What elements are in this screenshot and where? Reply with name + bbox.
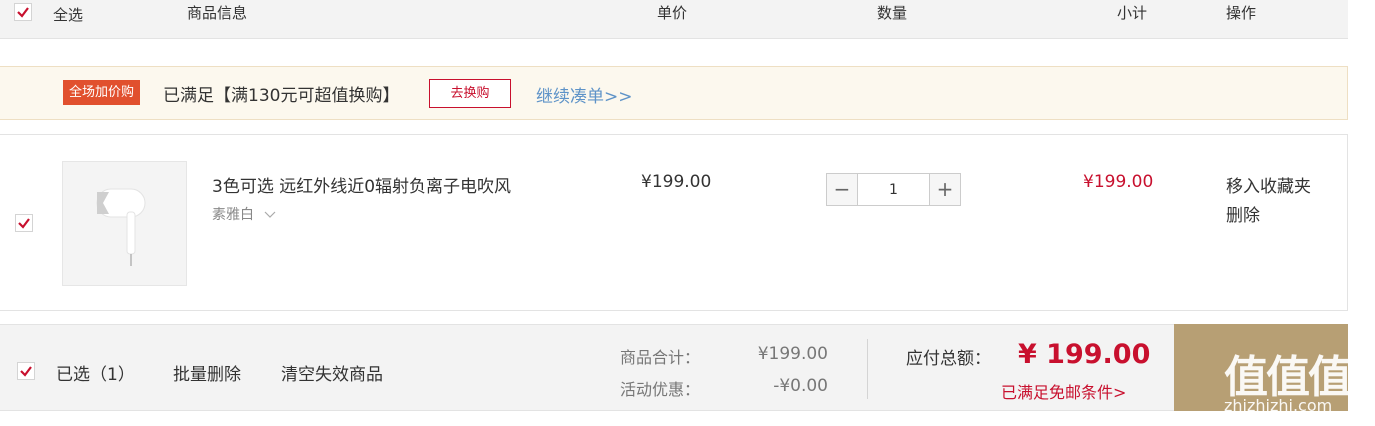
check-icon bbox=[18, 218, 30, 229]
product-thumbnail[interactable] bbox=[62, 161, 187, 286]
footer-select-checkbox[interactable] bbox=[17, 362, 35, 380]
continue-shopping-link[interactable]: 继续凑单>> bbox=[536, 82, 633, 107]
hair-dryer-image bbox=[96, 188, 146, 266]
variant-label: 素雅白 bbox=[212, 207, 254, 223]
column-header-action: 操作 bbox=[1226, 4, 1257, 22]
item-subtotal: ¥199.00 bbox=[1083, 172, 1154, 192]
promo-text: 已满足【满130元可超值换购】 bbox=[163, 86, 400, 106]
discount-label: 活动优惠： bbox=[620, 380, 701, 399]
watermark-url: zhizhizhi.com bbox=[1224, 396, 1333, 415]
quantity-input[interactable] bbox=[858, 174, 929, 205]
check-icon bbox=[20, 366, 32, 377]
column-header-info: 商品信息 bbox=[187, 4, 248, 22]
promo-bar: 全场加价购 已满足【满130元可超值换购】 去换购 继续凑单>> bbox=[0, 66, 1348, 120]
promo-tag: 全场加价购 bbox=[63, 80, 141, 105]
increase-quantity-button[interactable]: + bbox=[929, 174, 960, 205]
discount-value: -¥0.00 bbox=[773, 376, 828, 396]
select-all-label[interactable]: 全选 bbox=[53, 4, 83, 25]
chevron-down-icon bbox=[265, 211, 276, 218]
check-icon bbox=[17, 7, 29, 18]
decrease-quantity-button[interactable]: − bbox=[827, 174, 858, 205]
unit-price: ¥199.00 bbox=[641, 172, 712, 192]
site-watermark: 值值值 zhizhizhi.com bbox=[1224, 341, 1368, 421]
cart-header: 全选 商品信息 单价 数量 小计 操作 bbox=[0, 0, 1348, 39]
delete-item-link[interactable]: 删除 bbox=[1226, 201, 1260, 226]
variant-selector[interactable]: 素雅白 bbox=[212, 204, 276, 224]
product-title[interactable]: 3色可选 远红外线近0辐射负离子电吹风 bbox=[212, 172, 511, 197]
clear-invalid-link[interactable]: 清空失效商品 bbox=[281, 360, 383, 385]
item-checkbox[interactable] bbox=[15, 214, 33, 232]
amount-due-value: ¥ 199.00 bbox=[1018, 339, 1151, 370]
amount-due-label: 应付总额： bbox=[906, 349, 991, 369]
goods-total-label: 商品合计： bbox=[620, 348, 701, 367]
cart-footer: 已选（1） 批量删除 清空失效商品 商品合计： ¥199.00 活动优惠： -¥… bbox=[0, 324, 1348, 411]
free-shipping-link[interactable]: 已满足免邮条件> bbox=[1001, 379, 1126, 403]
select-all-checkbox[interactable] bbox=[14, 3, 32, 21]
cart-item: 3色可选 远红外线近0辐射负离子电吹风 素雅白 ¥199.00 − + ¥199… bbox=[0, 134, 1348, 311]
exchange-button[interactable]: 去换购 bbox=[429, 79, 511, 108]
selected-count: 已选（1） bbox=[56, 365, 135, 385]
goods-total-value: ¥199.00 bbox=[757, 344, 828, 364]
quantity-stepper: − + bbox=[826, 173, 961, 206]
column-header-price: 单价 bbox=[657, 4, 688, 22]
batch-delete-link[interactable]: 批量删除 bbox=[173, 360, 241, 385]
footer-divider bbox=[867, 339, 868, 399]
column-header-subtotal: 小计 bbox=[1117, 4, 1148, 22]
move-to-favorites-link[interactable]: 移入收藏夹 bbox=[1226, 172, 1311, 197]
column-header-quantity: 数量 bbox=[877, 4, 908, 22]
